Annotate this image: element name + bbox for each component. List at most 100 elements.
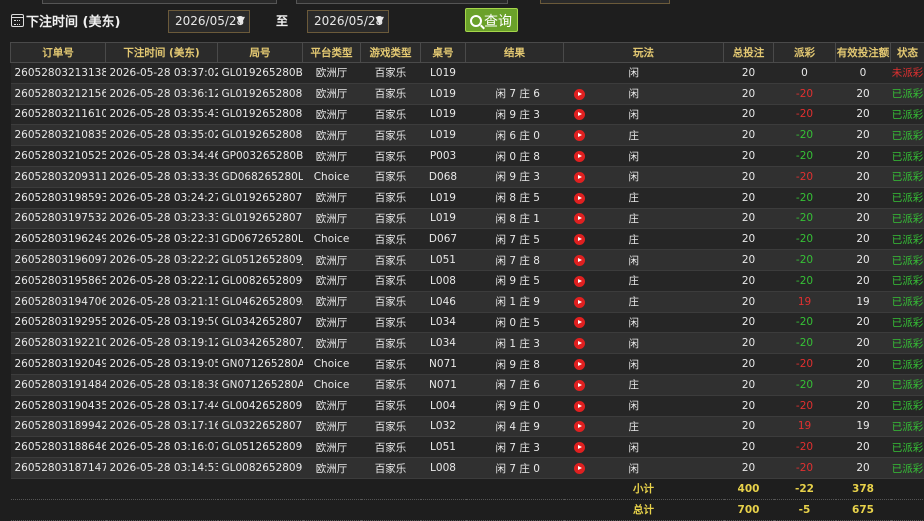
play-video-icon[interactable] bbox=[574, 401, 585, 412]
col-total-bet-header: 总投注 bbox=[724, 43, 774, 63]
round-id: GL0462652809A bbox=[218, 291, 303, 312]
status: 已派彩 bbox=[891, 416, 924, 437]
status: 已派彩 bbox=[891, 333, 924, 354]
payout: -20 bbox=[774, 437, 836, 458]
play-video-icon[interactable] bbox=[574, 109, 585, 120]
table-row: 2605280319859332026-05-28 03:24:27GL0192… bbox=[11, 187, 924, 208]
play-cell: 庄 bbox=[564, 187, 724, 208]
play-video-icon[interactable] bbox=[574, 130, 585, 141]
payout: -20 bbox=[774, 166, 836, 187]
round-id: GD067265280LQ bbox=[218, 229, 303, 250]
date-from-select[interactable]: 2026/05/28 ▼ bbox=[168, 10, 250, 33]
payout: -20 bbox=[774, 125, 836, 146]
bet-type: 庄 bbox=[629, 192, 640, 204]
grandtotal-row: 总计700-5675 bbox=[11, 499, 924, 520]
play-video-icon[interactable] bbox=[574, 213, 585, 224]
play-video-icon[interactable] bbox=[574, 442, 585, 453]
result: 闲 8 庄 1 bbox=[466, 208, 564, 229]
play-video-icon[interactable] bbox=[574, 89, 585, 100]
total-bet: 20 bbox=[724, 291, 774, 312]
play-video-icon[interactable] bbox=[574, 151, 585, 162]
play-video-icon[interactable] bbox=[574, 380, 585, 391]
table-row: 2605280319609762026-05-28 03:22:22GL0512… bbox=[11, 250, 924, 271]
play-video-icon[interactable] bbox=[574, 172, 585, 183]
bet-type: 闲 bbox=[629, 151, 640, 163]
bet-type: 闲 bbox=[629, 88, 640, 100]
bet-type: 闲 bbox=[629, 317, 640, 329]
round-id: GL0192652807K bbox=[218, 208, 303, 229]
payout: -20 bbox=[774, 312, 836, 333]
summary-label: 总计 bbox=[564, 499, 724, 520]
col-result-header: 结果 bbox=[466, 43, 564, 63]
table-row: 2605280319043572026-05-28 03:17:44GL0042… bbox=[11, 395, 924, 416]
result: 闲 6 庄 0 bbox=[466, 125, 564, 146]
payout: -20 bbox=[774, 395, 836, 416]
bet-time: 2026-05-28 03:17:16 bbox=[106, 416, 218, 437]
top-input-edge bbox=[296, 0, 508, 4]
order-id: 260528031904357 bbox=[11, 395, 106, 416]
play-video-icon[interactable] bbox=[574, 338, 585, 349]
total-bet: 20 bbox=[724, 458, 774, 479]
payout: -20 bbox=[774, 229, 836, 250]
game-type: 百家乐 bbox=[361, 166, 421, 187]
valid-bet: 20 bbox=[836, 395, 891, 416]
order-id: 260528031929552 bbox=[11, 312, 106, 333]
total-bet: 20 bbox=[724, 250, 774, 271]
valid-bet: 20 bbox=[836, 229, 891, 250]
play-video-icon[interactable] bbox=[574, 359, 585, 370]
order-id: 260528031920497 bbox=[11, 354, 106, 375]
order-id: 260528032108354 bbox=[11, 125, 106, 146]
play-video-icon[interactable] bbox=[574, 276, 585, 287]
date-to-select[interactable]: 2026/05/28 ▼ bbox=[307, 10, 389, 33]
table-header-row: 订单号下注时间 (美东)局号平台类型游戏类型桌号结果玩法总投注派彩有效投注额状态 bbox=[11, 43, 924, 63]
play-video-icon[interactable] bbox=[574, 317, 585, 328]
status: 已派彩 bbox=[891, 83, 924, 104]
summary-spacer bbox=[11, 478, 564, 499]
platform: 欧洲厅 bbox=[303, 125, 361, 146]
play-video-icon[interactable] bbox=[574, 297, 585, 308]
total-bet: 20 bbox=[724, 354, 774, 375]
query-button[interactable]: 查询 bbox=[465, 8, 518, 32]
play-video-icon[interactable] bbox=[574, 193, 585, 204]
platform: 欧洲厅 bbox=[303, 312, 361, 333]
summary-total-bet: 700 bbox=[724, 499, 774, 520]
game-type: 百家乐 bbox=[361, 395, 421, 416]
play-video-icon[interactable] bbox=[574, 255, 585, 266]
order-id: 260528032121563 bbox=[11, 83, 106, 104]
bet-time: 2026-05-28 03:33:39 bbox=[106, 166, 218, 187]
status: 已派彩 bbox=[891, 458, 924, 479]
result: 闲 9 庄 5 bbox=[466, 270, 564, 291]
date-from-value: 2026/05/28 bbox=[175, 14, 244, 28]
bet-type: 庄 bbox=[629, 421, 640, 433]
table-row: 2605280321083542026-05-28 03:35:02GL0192… bbox=[11, 125, 924, 146]
result: 闲 7 庄 8 bbox=[466, 250, 564, 271]
order-id: 260528032093112 bbox=[11, 166, 106, 187]
status: 已派彩 bbox=[891, 312, 924, 333]
payout: 0 bbox=[774, 63, 836, 84]
table-no: L034 bbox=[421, 333, 466, 354]
valid-bet: 20 bbox=[836, 250, 891, 271]
col-table-no-header: 桌号 bbox=[421, 43, 466, 63]
payout: 19 bbox=[774, 291, 836, 312]
play-video-icon[interactable] bbox=[574, 421, 585, 432]
col-payout-header: 派彩 bbox=[774, 43, 836, 63]
play-cell: 闲 bbox=[564, 354, 724, 375]
bet-type: 庄 bbox=[629, 213, 640, 225]
col-status-header: 状态 bbox=[891, 43, 924, 63]
valid-bet: 20 bbox=[836, 437, 891, 458]
platform: 欧洲厅 bbox=[303, 416, 361, 437]
valid-bet: 20 bbox=[836, 146, 891, 167]
bet-time: 2026-05-28 03:14:53 bbox=[106, 458, 218, 479]
play-video-icon[interactable] bbox=[574, 463, 585, 474]
result: 闲 7 庄 3 bbox=[466, 437, 564, 458]
platform: 欧洲厅 bbox=[303, 395, 361, 416]
platform: 欧洲厅 bbox=[303, 333, 361, 354]
payout: -20 bbox=[774, 250, 836, 271]
table-no: P003 bbox=[421, 146, 466, 167]
result: 闲 7 庄 6 bbox=[466, 83, 564, 104]
valid-bet: 20 bbox=[836, 270, 891, 291]
status: 已派彩 bbox=[891, 208, 924, 229]
table-row: 2605280320931122026-05-28 03:33:39GD0682… bbox=[11, 166, 924, 187]
order-id: 260528032131382 bbox=[11, 63, 106, 84]
play-video-icon[interactable] bbox=[574, 234, 585, 245]
